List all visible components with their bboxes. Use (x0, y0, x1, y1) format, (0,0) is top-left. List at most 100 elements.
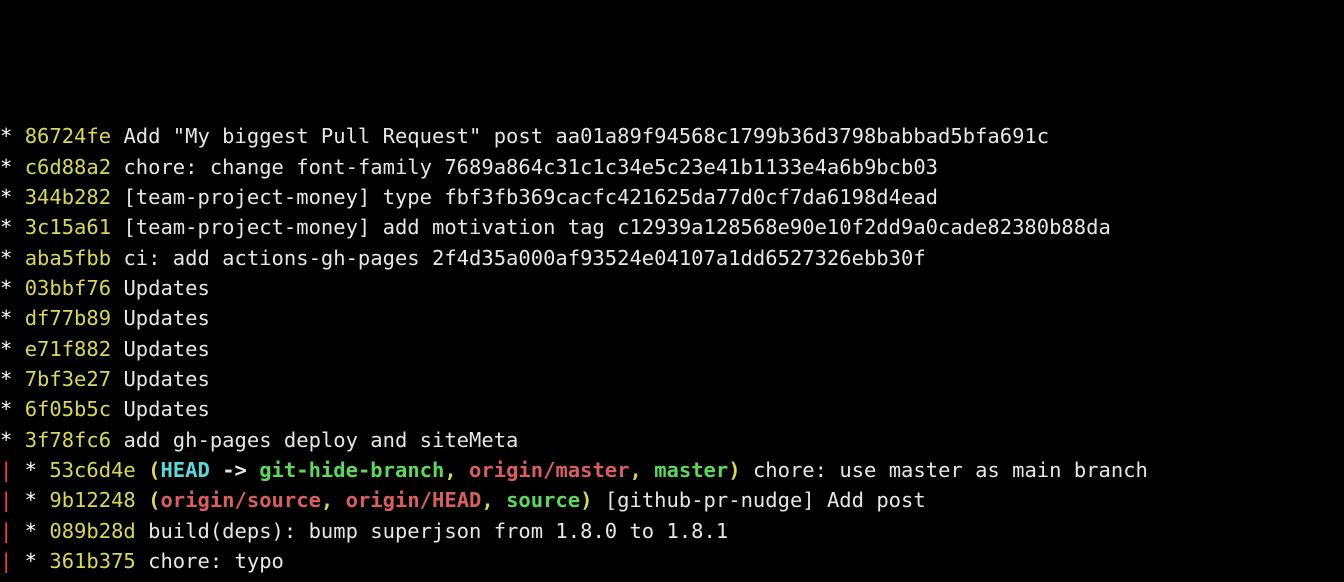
commit-row: | * 361b375 chore: typo (0, 546, 1344, 576)
graph-column-right: * (12, 579, 49, 582)
space (111, 428, 123, 452)
space (111, 306, 123, 330)
graph-column: * (0, 246, 25, 270)
commit-message: fix: feed generation (148, 579, 395, 582)
commit-row: * 7bf3e27 Updates (0, 364, 1344, 394)
ref-name: origin/master (469, 458, 629, 482)
refs-close-paren: ) (728, 458, 740, 482)
commit-row: * df77b89 Updates (0, 303, 1344, 333)
commit-message: chore: use master as main branch (753, 458, 1148, 482)
commit-hash: 77151a6 (49, 579, 135, 582)
space (111, 185, 123, 209)
commit-row: * 3c15a61 [team-project-money] add motiv… (0, 212, 1344, 242)
ref-name: source (506, 488, 580, 512)
commit-hash: aba5fbb (25, 246, 111, 270)
graph-column: * (0, 337, 25, 361)
ref-name: , (444, 458, 469, 482)
graph-column-right: * (12, 458, 49, 482)
commit-message: Updates (123, 306, 209, 330)
ref-name: , (321, 488, 346, 512)
refs-open-paren: ( (148, 458, 160, 482)
commit-hash: 7bf3e27 (25, 367, 111, 391)
commit-hash: 089b28d (49, 519, 135, 543)
space (136, 549, 148, 573)
ref-name: , (630, 458, 655, 482)
space (111, 246, 123, 270)
graph-column: * (0, 306, 25, 330)
commit-row: * 344b282 [team-project-money] type fbf3… (0, 182, 1344, 212)
commit-hash: df77b89 (25, 306, 111, 330)
graph-column: * (0, 397, 25, 421)
commit-message: [team-project-money] type fbf3fb369cacfc… (123, 185, 938, 209)
graph-column-left: | (0, 488, 12, 512)
commit-row: * 86724fe Add "My biggest Pull Request" … (0, 121, 1344, 151)
graph-column-right: * (12, 488, 49, 512)
space (111, 215, 123, 239)
commit-hash: 86724fe (25, 124, 111, 148)
commit-row: | * 089b28d build(deps): bump superjson … (0, 516, 1344, 546)
graph-column: * (0, 367, 25, 391)
space (111, 397, 123, 421)
graph-column: * (0, 215, 25, 239)
commit-message: [team-project-money] add motivation tag … (123, 215, 1110, 239)
space (136, 458, 148, 482)
graph-column-left: | (0, 519, 12, 543)
graph-column: * (0, 185, 25, 209)
commit-row: * aba5fbb ci: add actions-gh-pages 2f4d3… (0, 243, 1344, 273)
commit-message: chore: change font-family 7689a864c31c1c… (123, 155, 938, 179)
ref-name: master (654, 458, 728, 482)
ref-name: , (481, 488, 506, 512)
space (136, 579, 148, 582)
graph-column-left: | (0, 549, 12, 573)
space (111, 337, 123, 361)
commit-row: | * 53c6d4e (HEAD -> git-hide-branch, or… (0, 455, 1344, 485)
commit-row: * c6d88a2 chore: change font-family 7689… (0, 152, 1344, 182)
graph-column-left: | (0, 579, 12, 582)
commit-message: chore: typo (148, 549, 284, 573)
commit-row: * 3f78fc6 add gh-pages deploy and siteMe… (0, 425, 1344, 455)
refs-open-paren: ( (148, 488, 160, 512)
commit-message: build(deps): bump superjson from 1.8.0 t… (148, 519, 728, 543)
graph-column: * (0, 124, 25, 148)
commit-hash: 344b282 (25, 185, 111, 209)
commit-hash: 9b12248 (49, 488, 135, 512)
commit-hash: 03bbf76 (25, 276, 111, 300)
ref-name: HEAD (160, 458, 222, 482)
graph-column-left: | (0, 458, 12, 482)
graph-column: * (0, 155, 25, 179)
commit-message: add gh-pages deploy and siteMeta (123, 428, 518, 452)
commit-row: * e71f882 Updates (0, 334, 1344, 364)
commit-hash: 3f78fc6 (25, 428, 111, 452)
graph-column-right: * (12, 519, 49, 543)
ref-name: origin/source (160, 488, 320, 512)
commit-row: | * 9b12248 (origin/source, origin/HEAD,… (0, 485, 1344, 515)
space (111, 367, 123, 391)
ref-name: git-hide-branch (259, 458, 444, 482)
space (136, 488, 148, 512)
graph-column: * (0, 276, 25, 300)
refs-close-paren: ) (580, 488, 592, 512)
space (111, 276, 123, 300)
commit-row: * 03bbf76 Updates (0, 273, 1344, 303)
commit-message: [github-pr-nudge] Add post (605, 488, 926, 512)
commit-hash: 361b375 (49, 549, 135, 573)
ref-name: origin/HEAD (346, 488, 482, 512)
commit-row: | * 77151a6 fix: feed generation (0, 576, 1344, 582)
commit-message: Add "My biggest Pull Request" post aa01a… (123, 124, 1049, 148)
commit-hash: 3c15a61 (25, 215, 111, 239)
commit-message: Updates (123, 337, 209, 361)
commit-message: Updates (123, 367, 209, 391)
space (111, 124, 123, 148)
commit-message: ci: add actions-gh-pages 2f4d35a000af935… (123, 246, 925, 270)
commit-hash: e71f882 (25, 337, 111, 361)
graph-column-right: * (12, 549, 49, 573)
ref-name: -> (222, 458, 259, 482)
commit-message: Updates (123, 397, 209, 421)
git-log-output: * 86724fe Add "My biggest Pull Request" … (0, 121, 1344, 582)
space (592, 488, 604, 512)
commit-hash: 53c6d4e (49, 458, 135, 482)
graph-column: * (0, 428, 25, 452)
commit-message: Updates (123, 276, 209, 300)
space (136, 519, 148, 543)
commit-hash: c6d88a2 (25, 155, 111, 179)
